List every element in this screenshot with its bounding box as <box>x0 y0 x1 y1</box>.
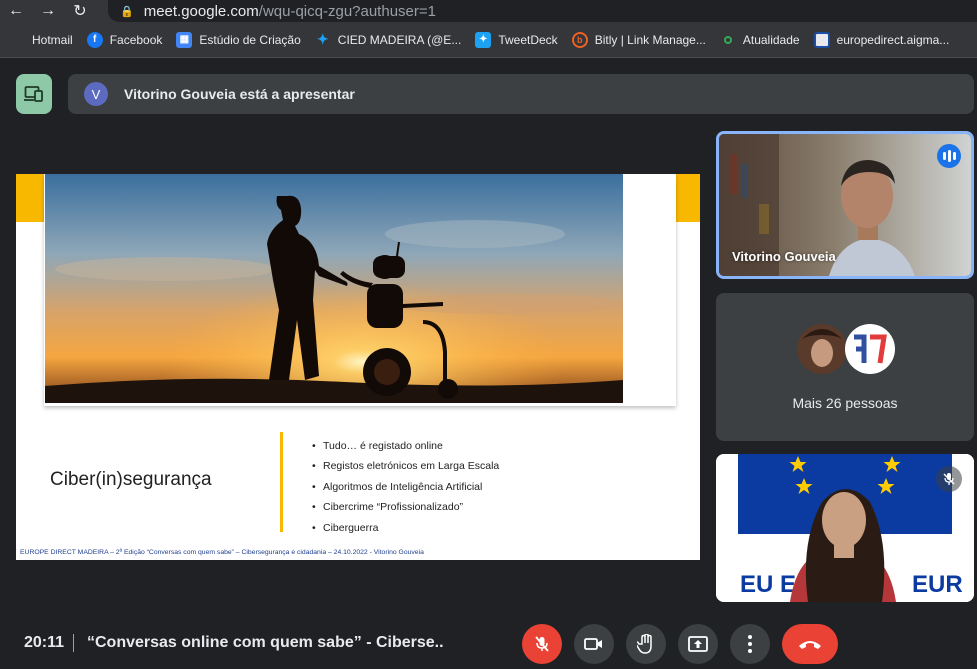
presenter-avatar: V <box>84 82 108 106</box>
raise-hand-button[interactable] <box>626 624 666 664</box>
slide-bullet: Tudo… é registado online <box>312 436 499 457</box>
svg-text:EUR: EUR <box>912 571 963 598</box>
bookmarks-bar: Hotmail f Facebook ▦ Estúdio de Criação ✦ C… <box>0 22 977 58</box>
mic-off-icon <box>535 636 549 652</box>
facebook-icon: f <box>86 31 103 48</box>
bookmark-cied[interactable]: ✦ CIED MADEIRA (@E... <box>315 31 461 48</box>
more-participants-tile[interactable]: Mais 26 pessoas <box>716 293 974 441</box>
speaker-tile[interactable]: Vitorino Gouveia <box>716 131 974 279</box>
bookmark-atualidade[interactable]: Atualidade <box>720 32 800 48</box>
participant-tile[interactable]: EUR EU ECT <box>716 454 974 602</box>
participant-avatar <box>845 324 895 374</box>
camera-toggle-button[interactable] <box>574 624 614 664</box>
hang-up-icon <box>799 641 821 649</box>
bookmark-hotmail[interactable]: Hotmail <box>10 32 73 47</box>
more-participants-label: Mais 26 pessoas <box>792 395 898 411</box>
bookmark-europedirect[interactable]: europedirect.aigma... <box>813 31 949 48</box>
bitly-icon: b <box>571 31 588 48</box>
slide-accent-right <box>676 174 700 222</box>
slide-bullet: Ciberguerra <box>312 518 499 539</box>
slide-bullet-list: Tudo… é registado online Registos eletró… <box>312 436 499 538</box>
lock-icon: 🔒 <box>120 5 134 18</box>
url-path: /wqu-qicq-zgu?authuser=1 <box>258 2 436 20</box>
presenting-banner: V Vitorino Gouveia está a apresentar <box>68 74 974 114</box>
slide-divider <box>280 432 283 532</box>
divider <box>73 634 74 652</box>
calendar-icon: ▦ <box>176 31 193 48</box>
url-host: meet.google.com <box>143 2 259 20</box>
mic-off-icon <box>936 466 962 492</box>
participant-avatars <box>796 323 896 375</box>
present-screen-icon <box>688 636 708 652</box>
hand-icon <box>637 634 652 654</box>
site-icon <box>813 31 830 48</box>
speaker-name: Vitorino Gouveia <box>732 249 836 264</box>
slide-footer: EUROPE DIRECT MADEIRA – 2ª Edição “Conve… <box>20 549 424 556</box>
more-vert-icon <box>748 635 752 653</box>
bookmark-estudio[interactable]: ▦ Estúdio de Criação <box>176 31 301 48</box>
bookmark-bitly[interactable]: b Bitly | Link Manage... <box>571 31 706 48</box>
camera-icon <box>584 638 602 650</box>
presentation-view-button[interactable] <box>16 74 52 114</box>
present-now-button[interactable] <box>678 624 718 664</box>
leave-call-button[interactable] <box>782 624 838 664</box>
speaking-indicator-icon <box>937 144 961 168</box>
bookmark-tweetdeck[interactable]: ✦ TweetDeck <box>475 31 558 48</box>
address-bar[interactable]: 🔒 meet.google.com/wqu-qicq-zgu?authuser=… <box>108 0 977 22</box>
slide-bullet: Algoritmos de Inteligência Artificial <box>312 477 499 498</box>
slide-accent-left <box>16 174 44 222</box>
reload-icon[interactable]: ↻ <box>64 0 96 22</box>
slide-bullet: Registos eletrónicos em Larga Escala <box>312 456 499 477</box>
twitter-icon: ✦ <box>316 31 329 47</box>
dot-icon <box>720 32 736 48</box>
slide-photo <box>45 174 623 403</box>
slide-title: Ciber(in)segurança <box>50 469 212 490</box>
presenting-text: Vitorino Gouveia está a apresentar <box>124 86 355 102</box>
browser-toolbar: ← → ↻ 🔒 meet.google.com/wqu-qicq-zgu?aut… <box>0 0 977 22</box>
meeting-title: “Conversas online com quem sabe” - Ciber… <box>87 634 443 651</box>
meeting-time: 20:11 <box>24 634 65 651</box>
slide-bullet: Cibercrime “Profissionalizado” <box>312 497 499 518</box>
present-screen-icon <box>24 86 43 102</box>
meeting-controls-bar: 20:11 “Conversas online com quem sabe” -… <box>0 616 977 669</box>
bookmark-facebook[interactable]: f Facebook <box>86 31 162 48</box>
tweetdeck-icon: ✦ <box>475 31 492 48</box>
back-arrow-icon[interactable]: ← <box>0 0 32 22</box>
mic-toggle-button[interactable] <box>522 624 562 664</box>
forward-arrow-icon[interactable]: → <box>32 0 64 22</box>
microsoft-icon <box>10 32 25 47</box>
shared-slide: Ciber(in)segurança Tudo… é registado onl… <box>16 174 700 560</box>
more-options-button[interactable] <box>730 624 770 664</box>
